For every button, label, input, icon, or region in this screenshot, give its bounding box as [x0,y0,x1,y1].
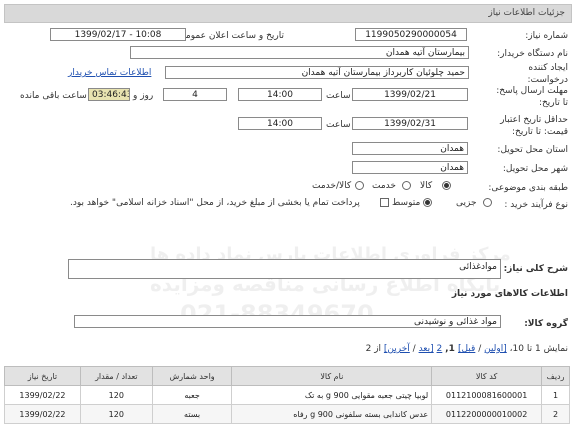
buyer-label: نام دستگاه خریدار: [497,49,568,59]
treasury-payment-checkbox[interactable] [380,198,389,207]
pagination: نمایش 1 تا 10، [اولین / قبل] 1, 2 [بعد /… [365,344,568,354]
pagination-first[interactable]: [اولین [484,344,507,354]
days-label: روز و [133,91,154,101]
pagination-page-2[interactable]: 2 [437,344,443,354]
pagination-prev[interactable]: قبل] [458,344,475,354]
deadline-time-label: ساعت [326,91,351,101]
validity-label-1: حداقل تاریخ اعتبار [500,115,568,125]
buyer-field: بیمارستان آتیه همدان [130,46,469,59]
cell-unit: بسته [151,404,233,424]
cell-qty: 120 [79,385,153,405]
city-label: شهر محل تحویل: [502,164,568,174]
goods-group-label: گروه کالا: [524,319,568,329]
cell-code: 0112200000010002 [431,404,543,424]
process-radio-minor[interactable] [483,198,492,207]
pagination-sep: / [475,344,485,354]
process-radio-medium[interactable] [423,198,432,207]
remaining-timer: 03:46:43 [88,88,130,101]
days-field: 4 [163,88,227,101]
deadline-label-2: تا تاریخ: [538,98,568,108]
category-radio-service[interactable] [402,181,411,190]
deadline-time-field: 14:00 [238,88,322,101]
cell-unit: جعبه [151,385,233,405]
summary-field: موادغذائی [68,259,501,279]
process-option-medium: متوسط [392,198,421,208]
announce-field: 1399/02/17 - 10:08 [50,28,186,41]
col-header-unit: واحد شمارش [151,366,233,386]
buyer-contact-link[interactable]: اطلاعات تماس خریدار [68,68,151,78]
page-header: جزئیات اطلاعات نیاز [4,4,572,23]
cell-date: 1399/02/22 [4,385,81,405]
deadline-label-1: مهلت ارسال پاسخ: [496,86,568,96]
pagination-next[interactable]: [بعد [419,344,434,354]
col-header-code: کد کالا [431,366,543,386]
cell-name: عدس کاندابی بسته سلفونی 900 g رفاه [231,404,433,424]
page-title: جزئیات اطلاعات نیاز [488,8,565,18]
goods-section-title: اطلاعات کالاهای مورد نیاز [451,289,568,299]
validity-time-field: 14:00 [238,117,322,130]
creator-label-2: درخواست: [527,75,568,85]
need-number-label: شماره نیاز: [525,31,568,41]
pagination-last[interactable]: آخرین] [384,344,410,354]
goods-group-field: مواد غذائی و نوشیدنی [74,315,501,328]
col-header-name: نام کالا [231,366,433,386]
cell-code: 0112100081600001 [431,385,543,405]
province-field: همدان [352,142,468,155]
summary-label: شرح کلی نیاز: [503,264,568,274]
payment-note: پرداخت تمام یا بخشی از مبلغ خرید، از محل… [70,198,360,208]
validity-label-2: قیمت: تا تاریخ: [512,127,568,137]
announce-label: تاریخ و ساعت اعلان عمومی: [175,31,284,41]
table-row[interactable]: 1 0112100081600001 لوبیا چیتی جعبه مقوای… [4,385,570,405]
pagination-total: از 2 [365,344,384,354]
process-option-minor: جزیی [456,198,477,208]
table-header-row: ردیف کد کالا نام کالا واحد شمارش تعداد /… [4,366,570,386]
cell-qty: 120 [79,404,153,424]
col-header-qty: تعداد / مقدار [79,366,153,386]
deadline-date-field: 1399/02/21 [352,88,468,101]
col-header-date: تاریخ نیاز [4,366,81,386]
category-radio-goods-service[interactable] [355,181,364,190]
need-number-field: 1199050290000054 [355,28,467,41]
table-row[interactable]: 2 0112200000010002 عدس کاندابی بسته سلفو… [4,404,570,424]
items-table: ردیف کد کالا نام کالا واحد شمارش تعداد /… [4,366,570,424]
category-radio-goods[interactable] [442,181,451,190]
col-header-row: ردیف [541,366,570,386]
creator-field: حمید چلوئیان کاربرداز بیمارستان آتیه همد… [165,66,469,79]
validity-time-label: ساعت [326,120,351,130]
category-option-goods: کالا [420,181,433,191]
validity-date-field: 1399/02/31 [352,117,468,130]
cell-row: 2 [541,404,570,424]
cell-row: 1 [541,385,570,405]
city-field: همدان [352,161,468,174]
category-option-goods-service: کالا/خدمت [312,181,352,191]
creator-label-1: ایجاد کننده [528,63,568,73]
cell-name: لوبیا چیتی جعبه مقوایی 900 g به تک [231,385,433,405]
province-label: استان محل تحویل: [497,145,568,155]
pagination-range: نمایش 1 تا 10، [506,344,568,354]
cell-date: 1399/02/22 [4,404,81,424]
category-option-service: خدمت [372,181,396,191]
remaining-label: ساعت باقی مانده [20,91,87,101]
category-label: طبقه بندی موضوعی: [488,183,568,193]
process-label: نوع فرآیند خرید : [504,200,568,210]
pagination-current: 1, [445,344,458,354]
